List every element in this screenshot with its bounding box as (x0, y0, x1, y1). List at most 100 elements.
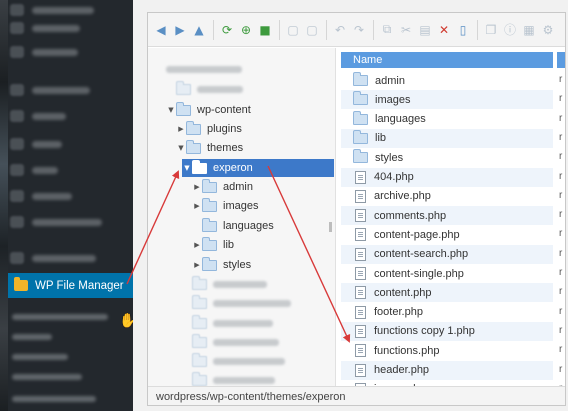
list-item-file[interactable]: content-search.php (341, 244, 553, 264)
folder-icon (353, 72, 368, 86)
folder-icon (186, 120, 201, 135)
tree-node-lib[interactable]: ▶ lib (192, 236, 234, 254)
php-file-icon (355, 363, 366, 377)
delete-icon[interactable]: ✕ (436, 22, 452, 38)
tree-node-blurred[interactable] (182, 352, 285, 370)
empty-folder-icon[interactable]: ▯ (455, 22, 471, 38)
list-item-extra-column: r (559, 131, 563, 143)
tree-node-wp-content[interactable]: ▼ wp-content (166, 101, 251, 119)
sidebar-item-blurred[interactable] (10, 160, 128, 180)
cut-icon[interactable]: ✂ (398, 22, 414, 38)
list-item-file[interactable]: content-single.php (341, 264, 553, 283)
list-item-file[interactable]: header.php (341, 360, 553, 380)
copy-icon[interactable]: ⧉ (379, 22, 395, 38)
submenu-item-blurred[interactable] (12, 374, 82, 380)
new-file-icon[interactable]: ⊕ (238, 22, 254, 38)
info-icon[interactable]: ⓘ (502, 22, 518, 38)
tree-node-label: styles (223, 259, 252, 271)
submenu-item-blurred[interactable] (12, 396, 96, 402)
open-icon[interactable]: ▢ (285, 22, 301, 38)
tree-node-styles[interactable]: ▶ styles (192, 256, 251, 274)
tree-node-blurred[interactable] (182, 275, 267, 293)
redo-icon[interactable]: ↷ (351, 22, 367, 38)
list-item-label: content.php (374, 286, 432, 299)
list-item-file[interactable]: functions.php (341, 341, 553, 360)
toolbar-divider (326, 19, 327, 40)
blurred-label (32, 218, 102, 226)
tree-node-blurred[interactable] (182, 333, 279, 351)
sidebar-item-blurred[interactable] (10, 18, 128, 38)
up-arrow-icon[interactable]: ▲ (191, 22, 207, 38)
blurred-label (213, 280, 267, 288)
list-item-file[interactable]: content-page.php (341, 225, 553, 244)
sidebar-item-blurred[interactable] (10, 134, 128, 154)
view-icon[interactable]: ▦ (521, 22, 537, 38)
list-item-folder[interactable]: languages (341, 110, 553, 129)
tree-node-languages[interactable]: languages (192, 217, 274, 235)
folder-icon (202, 178, 217, 193)
sidebar-item-blurred[interactable] (10, 42, 128, 62)
tree-node-label: languages (223, 220, 274, 232)
tree-node-themes[interactable]: ▼ themes (176, 139, 243, 157)
list-item-file[interactable]: functions copy 1.php (341, 321, 553, 341)
menu-icon (10, 110, 24, 122)
tree-node-experon[interactable]: ▼ experon (182, 159, 334, 177)
list-item-folder[interactable]: admin (341, 71, 553, 90)
tree-node-images[interactable]: ▶ images (192, 197, 258, 215)
paste-icon[interactable]: ▤ (417, 22, 433, 38)
tree-node-label: themes (207, 142, 244, 154)
sidebar-item-blurred[interactable] (10, 106, 128, 126)
list-item-file[interactable]: footer.php (341, 303, 553, 322)
settings-icon[interactable]: ⚙ (540, 22, 556, 38)
reload-icon[interactable]: ⟳ (219, 22, 235, 38)
menu-icon (10, 216, 24, 228)
tree-node-admin[interactable]: ▶ admin (192, 178, 253, 196)
list-item-file[interactable]: comments.php (341, 206, 553, 226)
undo-icon[interactable]: ↶ (332, 22, 348, 38)
tree-resize-handle[interactable] (329, 222, 332, 232)
sidebar-item-blurred[interactable] (10, 248, 128, 268)
sidebar-item-blurred[interactable] (10, 0, 128, 20)
submenu-item-blurred[interactable] (12, 334, 52, 340)
list-item-label: content-search.php (374, 248, 469, 261)
list-item-file[interactable]: 404.php (341, 167, 553, 187)
back-arrow-icon[interactable]: ◀ (153, 22, 169, 38)
submenu-item-blurred[interactable] (12, 314, 108, 320)
blurred-label (32, 166, 58, 174)
current-path: wordpress/wp-content/themes/experon (156, 391, 346, 403)
sidebar-item-wp-file-manager[interactable]: WP File Manager (8, 273, 133, 298)
tree-node-blurred[interactable] (156, 60, 242, 78)
duplicate-icon[interactable]: ❐ (483, 22, 499, 38)
tree-node-plugins[interactable]: ▶ plugins (176, 120, 242, 138)
tree-node-blurred[interactable] (182, 314, 273, 332)
submenu-item-blurred[interactable] (12, 354, 68, 360)
folder-icon (202, 236, 217, 251)
folder-icon (192, 314, 207, 329)
list-item-folder[interactable]: styles (341, 148, 553, 167)
sidebar-edge-strip (0, 0, 8, 411)
list-item-label: comments.php (374, 209, 447, 222)
sidebar-item-blurred[interactable] (10, 80, 128, 100)
tree-node-blurred[interactable] (182, 371, 275, 386)
list-item-folder[interactable]: images (341, 90, 553, 110)
sidebar-item-blurred[interactable] (10, 212, 128, 232)
save-icon[interactable]: ■ (257, 22, 273, 38)
list-item-folder[interactable]: lib (341, 128, 553, 148)
folder-icon (14, 277, 28, 291)
list-item-file[interactable]: archive.php (341, 187, 553, 206)
list-item-label: archive.php (374, 190, 431, 203)
forward-arrow-icon[interactable]: ▶ (172, 22, 188, 38)
edit-icon[interactable]: ▢ (304, 22, 320, 38)
chevron-right-icon: ▶ (194, 241, 200, 249)
blurred-label (32, 86, 90, 94)
list-item-file[interactable]: content.php (341, 283, 553, 303)
sidebar-item-blurred[interactable] (10, 186, 128, 206)
tree-node-blurred[interactable] (166, 80, 243, 98)
php-file-icon (355, 344, 366, 358)
list-item-extra-column: r (559, 286, 563, 298)
tree-node-blurred[interactable] (182, 294, 291, 312)
list-item-extra-column: r (559, 324, 563, 336)
list-item-extra-column: r (559, 93, 563, 105)
column-header-extra[interactable] (557, 52, 565, 68)
column-header-name[interactable]: Name (341, 52, 553, 68)
